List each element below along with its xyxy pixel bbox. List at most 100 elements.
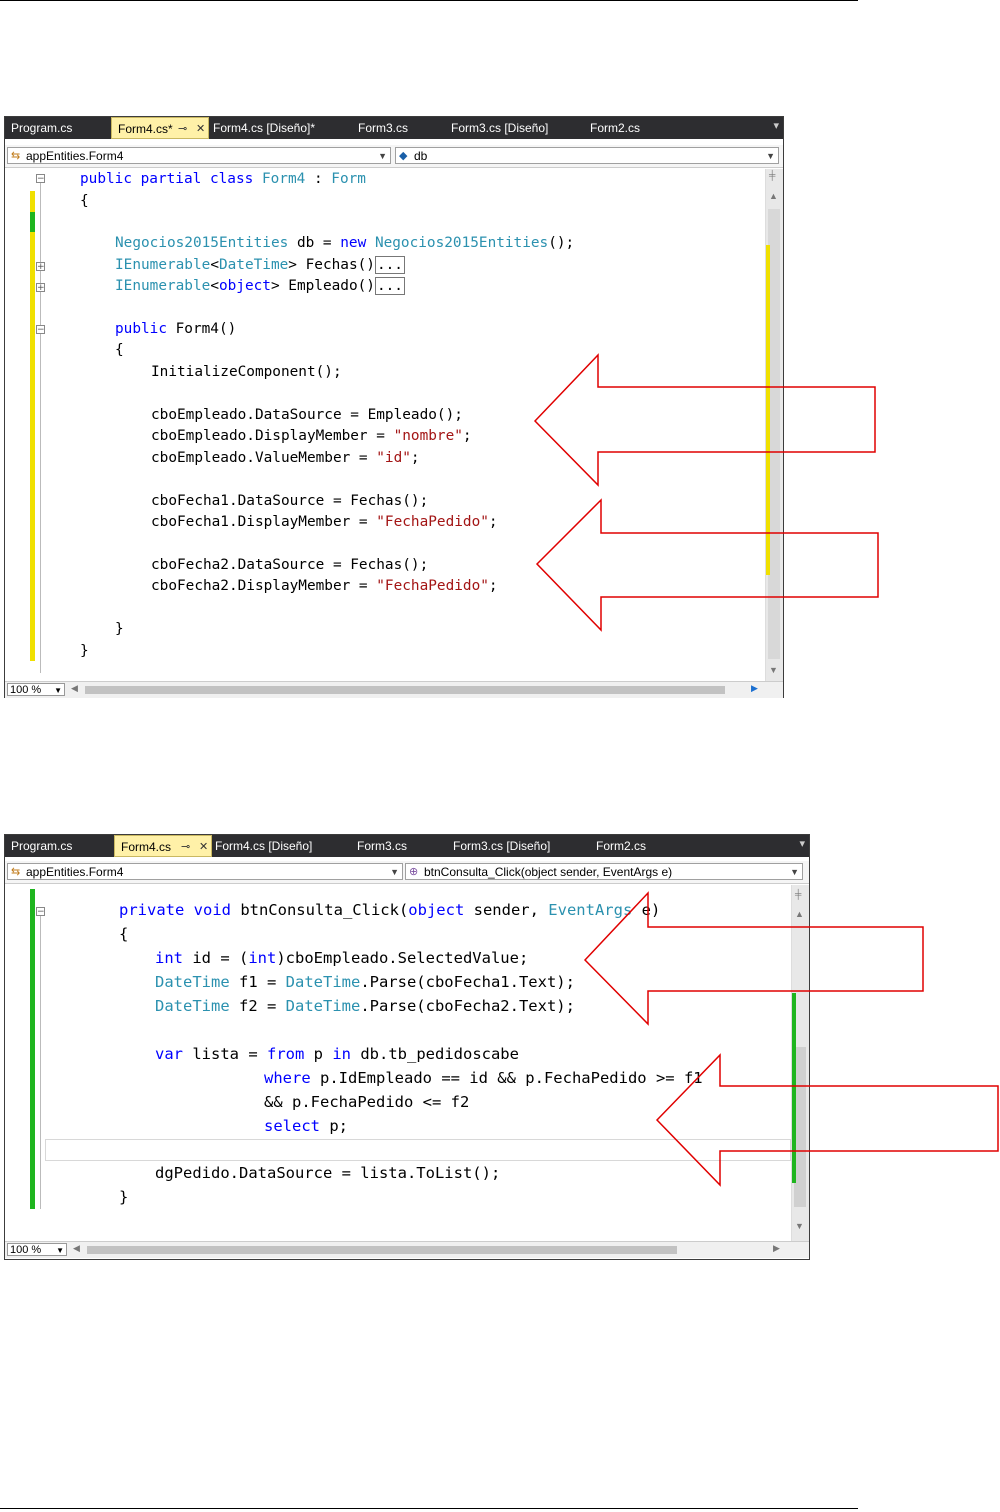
scroll-down-icon[interactable]: ▼ <box>769 665 778 675</box>
tab-dropdown-icon[interactable]: ▾ <box>773 119 779 132</box>
code-line: dgPedido.DataSource = lista.ToList(); <box>155 1164 501 1182</box>
zoom-value: 100 % <box>10 1244 42 1256</box>
change-marker-unsaved <box>30 191 35 661</box>
scroll-right-icon[interactable]: ▶ <box>751 683 758 694</box>
scroll-down-icon[interactable]: ▼ <box>795 1221 804 1231</box>
collapse-icon[interactable]: − <box>36 907 45 917</box>
navigation-bar: ⇆ appEntities.Form4 ▼ ⊕ btnConsulta_Clic… <box>5 861 809 884</box>
tab-form3-design[interactable]: Form3.cs [Diseño] <box>447 835 591 857</box>
tab-form4-design[interactable]: Form4.cs [Diseño]* <box>207 117 353 139</box>
member-selector[interactable]: ⊕ btnConsulta_Click(object sender, Event… <box>405 863 803 880</box>
zoom-selector[interactable]: 100 % ▼ <box>7 1243 67 1256</box>
outline-line <box>40 183 41 673</box>
navigation-bar: ⇆ appEntities.Form4 ▼ ◆ db ▼ <box>5 145 783 168</box>
scroll-thumb[interactable] <box>87 1246 677 1254</box>
type-selector-value: appEntities.Form4 <box>26 865 124 879</box>
code-editor[interactable]: − + + − public partial class Form4 : For… <box>5 169 783 681</box>
tab-form4-design[interactable]: Form4.cs [Diseño] <box>209 835 353 857</box>
tab-label: Form4.cs* <box>118 122 173 136</box>
class-icon: ⇆ <box>11 150 21 162</box>
dropdown-icon: ▼ <box>766 151 775 161</box>
pin-icon[interactable]: ⊸ <box>181 836 190 858</box>
tab-label: Form3.cs <box>357 839 408 853</box>
code-line: && p.FechaPedido <= f2 <box>264 1093 470 1111</box>
code-line: IEnumerable<DateTime> Fechas()... <box>115 256 405 274</box>
vertical-scrollbar[interactable]: ╪ ▲ ▼ <box>765 169 783 681</box>
scroll-thumb[interactable] <box>85 686 725 694</box>
horizontal-scrollbar[interactable]: 100 % ▼ ◀ ▶ <box>5 681 783 698</box>
tab-form4-cs[interactable]: Form4.cs* ⊸ ✕ <box>111 117 209 139</box>
class-icon: ⇆ <box>11 866 21 878</box>
horizontal-scrollbar[interactable]: 100 % ▼ ◀ ▶ <box>5 1241 809 1258</box>
member-selector-value: btnConsulta_Click(object sender, EventAr… <box>424 865 673 879</box>
tab-label: Form2.cs <box>596 839 647 853</box>
scroll-right-icon[interactable]: ▶ <box>773 1243 780 1254</box>
scroll-change-marker <box>766 245 770 575</box>
dropdown-icon: ▼ <box>790 867 799 877</box>
code-line: cboEmpleado.DisplayMember = "nombre"; <box>151 428 472 444</box>
code-line: { <box>119 925 129 943</box>
tab-form3-cs[interactable]: Form3.cs <box>351 835 447 857</box>
tab-form3-cs[interactable]: Form3.cs <box>352 117 446 139</box>
tab-program-cs[interactable]: Program.cs <box>5 117 111 139</box>
tab-form3-design[interactable]: Form3.cs [Diseño] <box>445 117 585 139</box>
close-icon[interactable]: ✕ <box>196 118 205 140</box>
type-selector-value: appEntities.Form4 <box>26 149 124 163</box>
dropdown-icon: ▼ <box>56 1246 64 1255</box>
tab-label: Form4.cs [Diseño] <box>215 839 313 853</box>
type-selector[interactable]: ⇆ appEntities.Form4 ▼ <box>7 863 403 880</box>
code-line: cboFecha2.DisplayMember = "FechaPedido"; <box>151 578 498 594</box>
code-line: cboFecha1.DataSource = Fechas(); <box>151 493 429 509</box>
code-line: cboFecha1.DisplayMember = "FechaPedido"; <box>151 514 498 530</box>
change-marker-saved <box>30 212 35 232</box>
zoom-value: 100 % <box>10 684 42 696</box>
code-line: var lista = from p in db.tb_pedidoscabe <box>155 1045 519 1063</box>
tab-label: Form3.cs [Diseño] <box>453 839 551 853</box>
collapse-icon[interactable]: − <box>36 174 45 184</box>
member-selector-value: db <box>414 149 428 163</box>
code-line: } <box>115 621 124 637</box>
tab-form2-cs[interactable]: Form2.cs <box>590 835 686 857</box>
zoom-selector[interactable]: 100 % ▼ <box>7 683 65 696</box>
dropdown-icon: ▼ <box>390 867 399 877</box>
code-line: cboEmpleado.ValueMember = "id"; <box>151 450 420 466</box>
dropdown-icon: ▼ <box>378 151 387 161</box>
code-line: private void btnConsulta_Click(object se… <box>119 901 661 919</box>
tab-dropdown-icon[interactable]: ▾ <box>799 837 805 850</box>
code-line: { <box>80 193 89 209</box>
page-top-rule <box>0 0 858 1</box>
document-tab-bar: Program.cs Form4.cs ⊸ ✕ Form4.cs [Diseño] … <box>5 835 809 857</box>
scroll-left-icon[interactable]: ◀ <box>71 683 78 694</box>
code-line: cboEmpleado.DataSource = Empleado(); <box>151 407 463 423</box>
code-line: { <box>115 342 124 358</box>
code-line: DateTime f2 = DateTime.Parse(cboFecha2.T… <box>155 997 575 1015</box>
code-line: select p; <box>264 1117 348 1135</box>
outline-line <box>40 909 41 1209</box>
scroll-up-icon[interactable]: ▲ <box>795 909 804 919</box>
split-icon[interactable]: ╪ <box>795 889 801 899</box>
type-selector[interactable]: ⇆ appEntities.Form4 ▼ <box>7 147 391 164</box>
pin-icon[interactable]: ⊸ <box>178 118 187 140</box>
vertical-scrollbar[interactable]: ╪ ▲ ▼ <box>791 885 809 1241</box>
tab-program-cs[interactable]: Program.cs <box>5 835 114 857</box>
code-line: DateTime f1 = DateTime.Parse(cboFecha1.T… <box>155 973 575 991</box>
close-icon[interactable]: ✕ <box>199 836 208 858</box>
scroll-left-icon[interactable]: ◀ <box>73 1243 80 1254</box>
scroll-up-icon[interactable]: ▲ <box>769 191 778 201</box>
tab-form2-cs[interactable]: Form2.cs <box>584 117 678 139</box>
code-editor[interactable]: − private void btnConsulta_Click(object … <box>5 885 809 1241</box>
tab-form4-cs[interactable]: Form4.cs ⊸ ✕ <box>114 835 212 857</box>
tab-label: Form3.cs [Diseño] <box>451 121 549 135</box>
collapse-icon[interactable]: − <box>36 325 45 335</box>
member-selector[interactable]: ◆ db ▼ <box>395 147 779 164</box>
split-icon[interactable]: ╪ <box>769 170 775 180</box>
expand-icon[interactable]: + <box>36 262 45 272</box>
tab-label: Form4.cs <box>121 840 172 854</box>
tab-label: Program.cs <box>11 839 73 853</box>
code-line: } <box>80 643 89 659</box>
scroll-change-marker <box>792 993 796 1183</box>
expand-icon[interactable]: + <box>36 283 45 293</box>
code-line: } <box>119 1188 129 1206</box>
tab-label: Form4.cs [Diseño]* <box>213 121 316 135</box>
code-line: InitializeComponent(); <box>151 364 342 380</box>
